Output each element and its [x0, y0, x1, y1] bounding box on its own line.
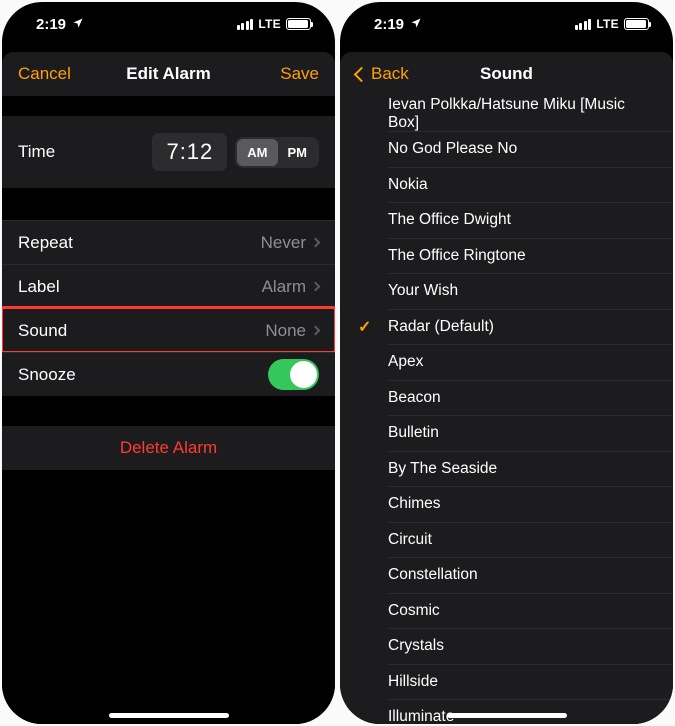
sound-item[interactable]: Illuminate — [340, 700, 673, 725]
sound-item[interactable]: ✓ Radar (Default) — [340, 309, 673, 345]
cancel-button[interactable]: Cancel — [18, 64, 71, 84]
sound-item-label: Constellation — [388, 566, 478, 584]
check-icon: ✓ — [358, 317, 371, 337]
phone-edit-alarm: 2:19 LTE Cancel Edit Alarm Save — [2, 2, 335, 724]
sound-item[interactable]: Constellation — [340, 558, 673, 594]
snooze-row: Snooze — [2, 352, 335, 396]
snooze-toggle[interactable] — [268, 359, 319, 390]
snooze-label: Snooze — [18, 365, 76, 385]
chevron-right-icon — [311, 326, 321, 336]
sound-item-label: Bulletin — [388, 424, 439, 442]
network-label: LTE — [596, 17, 619, 31]
sound-item[interactable]: Apex — [340, 345, 673, 381]
label-value: Alarm — [262, 277, 306, 297]
sound-item-label: No God Please No — [388, 140, 517, 158]
phone-sound-list: 2:19 LTE Back Sound Ievan Polkka/Hatsune… — [340, 2, 673, 724]
home-indicator[interactable] — [109, 713, 229, 718]
am-option[interactable]: AM — [237, 139, 277, 166]
sound-item-label: Chimes — [388, 495, 441, 513]
label-row[interactable]: Label Alarm — [2, 264, 335, 308]
location-icon — [72, 16, 84, 33]
save-button[interactable]: Save — [280, 64, 319, 84]
network-label: LTE — [258, 17, 281, 31]
sound-label: Sound — [18, 321, 67, 341]
sound-list[interactable]: Ievan Polkka/Hatsune Miku [Music Box] No … — [340, 96, 673, 724]
sound-item[interactable]: Crystals — [340, 629, 673, 665]
time-value-field[interactable]: 7:12 — [152, 133, 227, 171]
status-bar: 2:19 LTE — [340, 2, 673, 42]
sound-item-label: Cosmic — [388, 602, 440, 620]
time-label: Time — [18, 142, 55, 162]
sound-item[interactable]: Cosmic — [340, 593, 673, 629]
status-time: 2:19 — [36, 16, 66, 33]
nav-bar: Back Sound — [340, 52, 673, 96]
ampm-segmented[interactable]: AM PM — [235, 137, 319, 168]
sound-item-label: Beacon — [388, 389, 441, 407]
sound-item-label: Crystals — [388, 637, 444, 655]
sound-item-label: Radar (Default) — [388, 318, 494, 336]
sound-item-label: Circuit — [388, 531, 432, 549]
repeat-value: Never — [261, 233, 306, 253]
delete-alarm-button[interactable]: Delete Alarm — [2, 426, 335, 470]
battery-icon — [624, 18, 649, 30]
sound-item[interactable]: The Office Dwight — [340, 203, 673, 239]
time-row: Time 7:12 AM PM — [2, 116, 335, 188]
pm-option[interactable]: PM — [278, 139, 318, 166]
cell-signal-icon — [575, 19, 592, 30]
sound-item[interactable]: Chimes — [340, 487, 673, 523]
sound-item[interactable]: Bulletin — [340, 416, 673, 452]
sound-item[interactable]: By The Seaside — [340, 451, 673, 487]
sound-item-label: Illuminate — [388, 708, 454, 724]
status-time: 2:19 — [374, 16, 404, 33]
sound-item[interactable]: Nokia — [340, 167, 673, 203]
sound-item-label: Hillside — [388, 673, 438, 691]
status-bar: 2:19 LTE — [2, 2, 335, 42]
battery-icon — [286, 18, 311, 30]
back-button[interactable]: Back — [356, 64, 409, 84]
sound-item-label: The Office Ringtone — [388, 247, 526, 265]
repeat-label: Repeat — [18, 233, 73, 253]
sound-value: None — [265, 321, 306, 341]
sound-item-label: The Office Dwight — [388, 211, 511, 229]
home-indicator[interactable] — [447, 713, 567, 718]
sound-item-label: Apex — [388, 353, 423, 371]
cell-signal-icon — [237, 19, 254, 30]
repeat-row[interactable]: Repeat Never — [2, 220, 335, 264]
sound-item[interactable]: No God Please No — [340, 132, 673, 168]
sound-item-label: Nokia — [388, 176, 428, 194]
sound-item[interactable]: The Office Ringtone — [340, 238, 673, 274]
sound-row[interactable]: Sound None — [2, 308, 335, 352]
sound-item[interactable]: Your Wish — [340, 274, 673, 310]
sound-item-label: Ievan Polkka/Hatsune Miku [Music Box] — [388, 96, 657, 132]
sound-item[interactable]: Beacon — [340, 380, 673, 416]
chevron-right-icon — [311, 282, 321, 292]
location-icon — [410, 16, 422, 33]
sound-item-label: By The Seaside — [388, 460, 497, 478]
chevron-right-icon — [311, 238, 321, 248]
sound-item[interactable]: Ievan Polkka/Hatsune Miku [Music Box] — [340, 96, 673, 132]
sound-item[interactable]: Circuit — [340, 522, 673, 558]
sound-item-label: Your Wish — [388, 282, 458, 300]
label-label: Label — [18, 277, 60, 297]
nav-bar: Cancel Edit Alarm Save — [2, 52, 335, 96]
sound-item[interactable]: Hillside — [340, 664, 673, 700]
